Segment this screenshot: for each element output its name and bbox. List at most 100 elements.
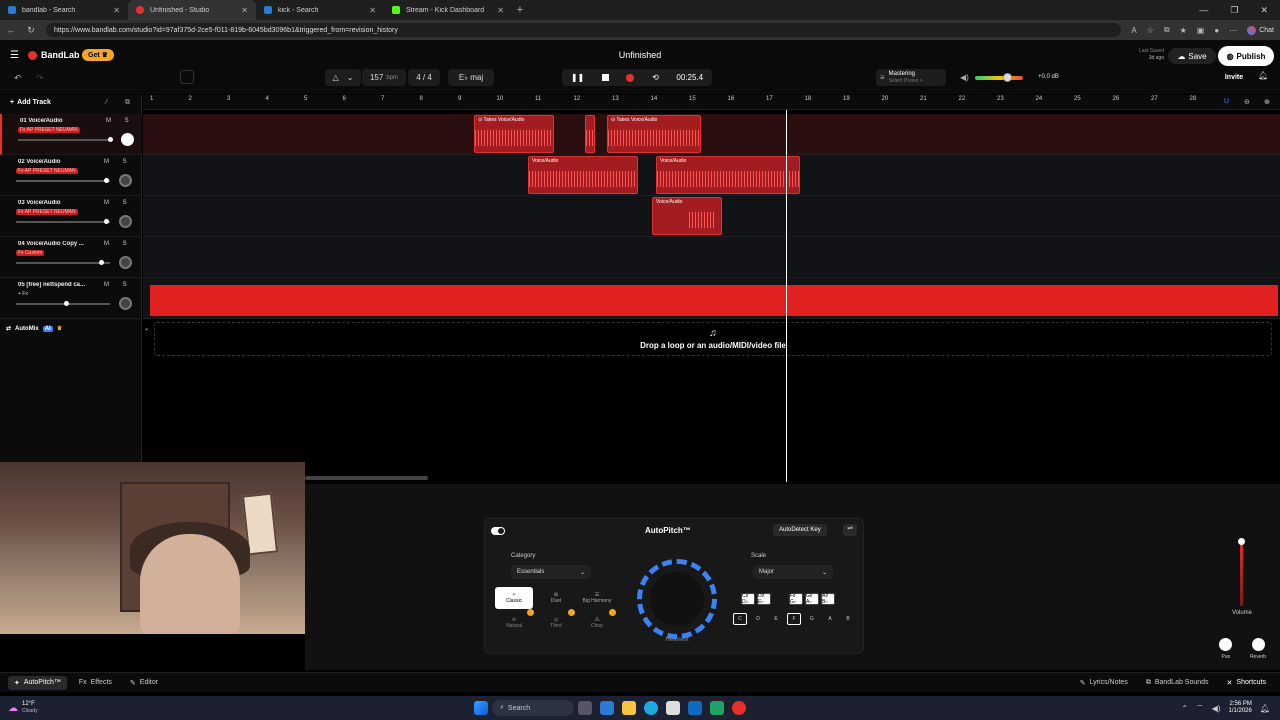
playhead[interactable]: [786, 110, 787, 482]
metronome-control[interactable]: △ ⌄: [325, 69, 361, 86]
track-pan-knob[interactable]: [119, 256, 132, 269]
tab-autopitch[interactable]: ✦ AutoPitch™: [8, 675, 67, 690]
style-natural[interactable]: ✣ Natural: [495, 613, 533, 633]
key-g[interactable]: G: [805, 613, 819, 625]
slider-thumb[interactable]: [1003, 73, 1012, 82]
drop-zone[interactable]: ♫ Drop a loop or an audio/MIDI/video file: [154, 322, 1272, 356]
back-icon[interactable]: ←: [6, 25, 16, 35]
menu-icon[interactable]: ☰: [10, 50, 19, 61]
track-fx-badge[interactable]: Fx AP PRESET NEUMAN: [16, 168, 78, 174]
track-pan-knob[interactable]: [119, 297, 132, 310]
key-c[interactable]: C: [733, 613, 747, 625]
panel-reverb-knob[interactable]: [1252, 638, 1265, 651]
category-select[interactable]: Essentials ⌄: [511, 565, 591, 579]
redo-icon[interactable]: ↷: [36, 73, 44, 84]
project-title[interactable]: Unfinished: [600, 50, 680, 60]
lyrics-notes-button[interactable]: ✎ Lyrics/Notes: [1074, 676, 1134, 690]
loop-icon[interactable]: ⟲: [652, 73, 659, 82]
key-d-sharp[interactable]: D♯ E♭: [757, 593, 771, 605]
file-explorer-icon[interactable]: [622, 701, 636, 715]
outlook-icon[interactable]: [688, 701, 702, 715]
style-big-harmony[interactable]: ☰ Big Harmony: [577, 587, 617, 609]
stop-icon[interactable]: [601, 74, 609, 81]
slider-thumb[interactable]: [104, 178, 109, 183]
chevron-down-icon[interactable]: ⌄: [144, 325, 149, 332]
track-lane-4[interactable]: [143, 237, 1280, 278]
track-volume-slider[interactable]: [16, 301, 110, 306]
publish-button[interactable]: ◍ Publish: [1218, 46, 1274, 66]
mute-solo-buttons[interactable]: M S: [106, 118, 135, 124]
horizontal-scrollbar[interactable]: [305, 476, 428, 480]
mute-solo-buttons[interactable]: M S: [104, 282, 133, 288]
autopitch-toggle[interactable]: [491, 527, 505, 535]
track-fx-badge[interactable]: Fx Custom: [16, 250, 45, 256]
key-c-sharp[interactable]: C♯ D♭: [741, 593, 755, 605]
style-classic[interactable]: ✧ Classic: [495, 587, 533, 609]
read-aloud-icon[interactable]: A: [1131, 26, 1136, 35]
track-name[interactable]: 03 Voice/Audio: [18, 200, 88, 206]
audio-clip[interactable]: [585, 115, 595, 153]
audio-clip[interactable]: Voice/Audio: [528, 156, 638, 194]
style-chop[interactable]: ⁂ Chop: [577, 613, 617, 633]
copilot-chat-button[interactable]: Chat: [1247, 25, 1274, 35]
tab-editor[interactable]: ✎ Editor: [124, 676, 164, 690]
key-a[interactable]: A: [823, 613, 837, 625]
autopitch-amount-knob[interactable]: [637, 559, 717, 639]
audio-clip[interactable]: ⊙ Takes Voice/Audio: [474, 115, 554, 153]
key-g-sharp[interactable]: G♯ A♭: [805, 593, 819, 605]
xbox-icon[interactable]: [710, 701, 724, 715]
track-fx-badge[interactable]: Fx AP PRESET NEUMAN: [18, 127, 80, 133]
automix-row[interactable]: ⇄ AutoMix AI ♛ ⌄: [6, 325, 149, 332]
audio-clip[interactable]: Voice/Audio: [656, 156, 800, 194]
track-header-1[interactable]: 01 Voice/Audio Fx AP PRESET NEUMAN M S: [0, 114, 142, 155]
notification-bell-icon[interactable]: 🔔︎: [1260, 704, 1270, 713]
mute-solo-buttons[interactable]: M S: [104, 200, 133, 206]
slider-thumb[interactable]: [64, 301, 69, 306]
store-icon[interactable]: [666, 701, 680, 715]
save-button[interactable]: ☁ Save: [1168, 48, 1216, 64]
windows-start-icon[interactable]: [474, 701, 488, 715]
browser-tab[interactable]: Stream - Kick Dashboard ✕: [384, 0, 512, 20]
key-field[interactable]: E♭ maj: [448, 69, 494, 86]
browser-tab[interactable]: bandlab - Search ✕: [0, 0, 128, 20]
panel-pan-knob[interactable]: [1219, 638, 1232, 651]
get-membership-button[interactable]: Get ♛: [82, 49, 114, 61]
style-duet[interactable]: ⊞ Duet: [537, 587, 575, 609]
task-view-icon[interactable]: [578, 701, 592, 715]
mute-solo-buttons[interactable]: M S: [104, 241, 133, 247]
pause-icon[interactable]: ❚❚: [571, 73, 584, 82]
add-fx-button[interactable]: + Fx: [16, 291, 30, 297]
add-track-button[interactable]: + Add Track: [10, 99, 51, 106]
autopitch-settings-icon[interactable]: ⇌: [843, 524, 857, 536]
maximize-icon[interactable]: ❐: [1230, 5, 1238, 16]
track-header-4[interactable]: 04 Voice/Audio Copy ... Fx Custom M S: [0, 237, 142, 278]
track-name[interactable]: 05 [free] nettspend ca...: [18, 282, 88, 288]
minimize-icon[interactable]: —: [1199, 5, 1208, 16]
panel-volume-slider[interactable]: [1238, 538, 1245, 606]
track-volume-slider[interactable]: [16, 178, 110, 183]
track-lane-3[interactable]: Voice/Audio: [143, 196, 1280, 237]
track-header-2[interactable]: 02 Voice/Audio Fx AP PRESET NEUMAN M S: [0, 155, 142, 196]
notifications-icon[interactable]: 🔔︎: [1258, 71, 1268, 80]
slider-thumb[interactable]: [99, 260, 104, 265]
tab-effects[interactable]: Fx Effects: [73, 676, 118, 689]
extensions-icon[interactable]: ⧉: [1164, 25, 1170, 35]
style-third[interactable]: ◎ Third: [537, 613, 575, 633]
track-volume-slider[interactable]: [16, 260, 110, 265]
bandlab-taskbar-icon[interactable]: [732, 701, 746, 715]
key-a-sharp[interactable]: A♯ B♭: [821, 593, 835, 605]
browser-tab[interactable]: kick - Search ✕: [256, 0, 384, 20]
weather-widget[interactable]: ☁ 12°F Cloudy: [0, 701, 470, 715]
track-name[interactable]: 01 Voice/Audio: [20, 118, 90, 124]
beat-audio-clip[interactable]: [150, 285, 1278, 316]
track-volume-slider[interactable]: [16, 219, 110, 224]
track-settings-icon[interactable]: ⧉: [125, 99, 130, 107]
master-volume-slider[interactable]: [975, 73, 1023, 82]
track-header-3[interactable]: 03 Voice/Audio Fx AP PRESET NEUMAN M S: [0, 196, 142, 237]
zoom-out-icon[interactable]: ⊖: [1244, 98, 1250, 106]
tempo-field[interactable]: 157 bpm: [362, 69, 406, 86]
slider-thumb[interactable]: [104, 219, 109, 224]
key-d[interactable]: D: [751, 613, 765, 625]
key-f-sharp[interactable]: F♯ G♭: [789, 593, 803, 605]
close-tab-icon[interactable]: ✕: [241, 6, 248, 15]
